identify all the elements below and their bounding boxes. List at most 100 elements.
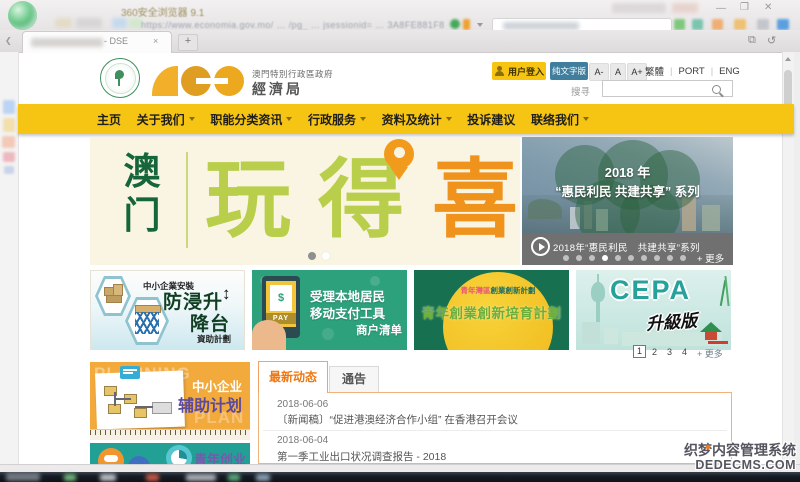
chevron-down-icon[interactable] — [477, 23, 483, 27]
font-smaller-button[interactable]: A- — [589, 63, 609, 81]
nav-item-home[interactable]: 主页 — [97, 111, 121, 128]
side-banner-sme-aid[interactable]: PLANNING PLAN 中小企业 辅助计划 — [90, 362, 250, 440]
video-dot-active[interactable] — [602, 255, 608, 261]
sidebar-icon[interactable] — [3, 100, 15, 114]
carousel-dot[interactable] — [322, 252, 330, 260]
nav-item-contact[interactable]: 联络我们 — [531, 111, 589, 128]
banner3-topline: 青年灣區創業創新計劃 — [438, 285, 558, 296]
redacted-region — [76, 18, 102, 28]
text-version-button[interactable]: 纯文字版 — [550, 62, 588, 80]
taskbar-app-icon[interactable] — [228, 474, 240, 481]
video-dot[interactable] — [589, 255, 595, 261]
scroll-up-icon[interactable] — [785, 57, 791, 61]
sidebar-icon[interactable] — [4, 166, 14, 174]
nav-item-statistics[interactable]: 资料及统计 — [382, 111, 452, 128]
promo-banner-youth-incubation[interactable]: 青年灣區創業創新計劃 青年創業創新培育計劃 — [414, 270, 569, 350]
tab-latest-news[interactable]: 最新动态 — [258, 361, 328, 393]
lang-traditional-link[interactable]: 繁體 — [645, 64, 664, 78]
start-button[interactable] — [6, 473, 40, 481]
tab-list-icon[interactable]: ❮ — [5, 36, 12, 46]
font-normal-button[interactable]: A — [610, 63, 626, 81]
sidebar-icon[interactable] — [3, 118, 15, 132]
promo-banner-cepa[interactable]: CEPA 升級版 — [576, 270, 731, 350]
sidebar-icon[interactable] — [2, 136, 15, 148]
window-minimize-button[interactable]: — — [716, 4, 726, 14]
video-dot[interactable] — [667, 255, 673, 261]
city-photo: 2018 年 “惠民利民 共建共享” 系列 — [522, 137, 733, 233]
promo-banner-mobile-payment[interactable]: $ PAY 受理本地居民 移动支付工具 商户清单 — [252, 270, 407, 350]
pavilion-base — [708, 341, 728, 344]
window-close-button[interactable]: ✕ — [764, 3, 772, 13]
news-link[interactable]: 第一季工业出口状况调查报告 - 2018 — [277, 449, 446, 464]
video-dot[interactable] — [615, 255, 621, 261]
banner-page-3[interactable]: 3 — [667, 347, 672, 357]
nav-label: 关于我们 — [136, 112, 185, 127]
search-icon[interactable] — [712, 85, 721, 94]
restore-icon[interactable]: ⧉ — [748, 34, 756, 47]
toolbar-icon[interactable] — [757, 19, 769, 30]
banner3-title: 青年創業創新培育計劃 — [421, 306, 562, 321]
ruler-illustration — [90, 429, 250, 440]
taskbar-app-icon[interactable] — [146, 474, 159, 481]
nav-item-functions[interactable]: 职能分类资讯 — [210, 111, 293, 128]
cepa-subtitle: 升級版 — [645, 311, 698, 334]
side-banner-youth-startup[interactable]: 青年创业 — [90, 443, 250, 464]
redacted-region — [112, 18, 127, 28]
taskbar-app-icon[interactable] — [100, 474, 116, 481]
login-button[interactable]: 用户登入 — [492, 62, 546, 80]
hero-carousel[interactable]: 澳 门 玩 得 喜 — [90, 137, 520, 265]
lightning-icon[interactable] — [463, 19, 470, 30]
tab-notices[interactable]: 通告 — [329, 366, 379, 392]
play-icon[interactable] — [531, 237, 550, 256]
up-down-arrow-icon: ↕ — [222, 284, 231, 303]
video-dot[interactable] — [576, 255, 582, 261]
lang-english-link[interactable]: ENG — [719, 66, 740, 77]
nav-item-services[interactable]: 行政服务 — [308, 111, 366, 128]
banner-more-link[interactable]: + 更多 — [697, 347, 723, 360]
taskbar-app-icon[interactable] — [186, 474, 216, 481]
video-panel[interactable]: 2018 年 “惠民利民 共建共享” 系列 2018年“惠民利民 共建共享”系列… — [522, 137, 733, 265]
taskbar-app-icon[interactable] — [256, 474, 270, 481]
browser-tab[interactable] — [22, 31, 172, 53]
chevron-down-icon — [286, 117, 293, 121]
nav-item-about[interactable]: 关于我们 — [137, 111, 195, 128]
video-dot[interactable] — [563, 255, 569, 261]
banner2-line2: 移动支付工具 — [310, 307, 386, 321]
search-icon[interactable] — [777, 19, 789, 30]
extension-icon[interactable] — [450, 19, 460, 29]
banner-page-1[interactable]: 1 — [633, 345, 646, 358]
tab-close-icon[interactable]: × — [153, 36, 158, 46]
browser-logo-icon[interactable] — [8, 1, 37, 30]
banner-page-4[interactable]: 4 — [682, 347, 687, 357]
nav-item-complaints[interactable]: 投诉建议 — [467, 111, 515, 128]
video-dot[interactable] — [680, 255, 686, 261]
lang-portuguese-link[interactable]: PORT — [678, 66, 704, 77]
address-bar-url[interactable]: https://www.economia.gov.mo/ … /pg_ … js… — [141, 20, 445, 30]
nav-items: 主页 关于我们 职能分类资讯 行政服务 资料及统计 投诉建议 联络我们 — [97, 104, 589, 134]
toolbar-icon[interactable] — [674, 19, 685, 30]
font-larger-button[interactable]: A+ — [627, 63, 647, 81]
sidebar-icon[interactable] — [3, 152, 15, 162]
undo-icon[interactable]: ↺ — [767, 34, 776, 47]
scissor-lift-illustration — [135, 312, 159, 334]
video-dot[interactable] — [654, 255, 660, 261]
boxes-illustration — [106, 295, 122, 303]
video-dot[interactable] — [641, 255, 647, 261]
promo-banner-lift-subsidy[interactable]: 中小企業安裝 防浸升 ↕ 降台 資助計劃 — [90, 270, 245, 350]
toolbar-icon[interactable] — [734, 19, 746, 30]
toolbar-icon[interactable] — [712, 19, 723, 30]
video-more-link[interactable]: + 更多 — [697, 251, 724, 265]
redacted-region — [672, 3, 698, 13]
receipt-illustration: $ — [270, 285, 292, 311]
news-link[interactable]: 〔新闻稿〕“促进港澳经济合作小组” 在香港召开会议 — [277, 412, 518, 427]
video-dot[interactable] — [628, 255, 634, 261]
toolbar-icon[interactable] — [692, 19, 703, 30]
taskbar-app-icon[interactable] — [64, 474, 76, 481]
carousel-dot[interactable] — [308, 252, 316, 260]
new-tab-button[interactable]: + — [178, 34, 198, 51]
watermark-line2: DEDECMS.COM — [695, 458, 796, 472]
banner-page-2[interactable]: 2 — [652, 347, 657, 357]
window-maximize-button[interactable]: ❐ — [740, 3, 749, 13]
flowchart-paper — [95, 370, 185, 430]
flowchart-line — [135, 406, 153, 408]
